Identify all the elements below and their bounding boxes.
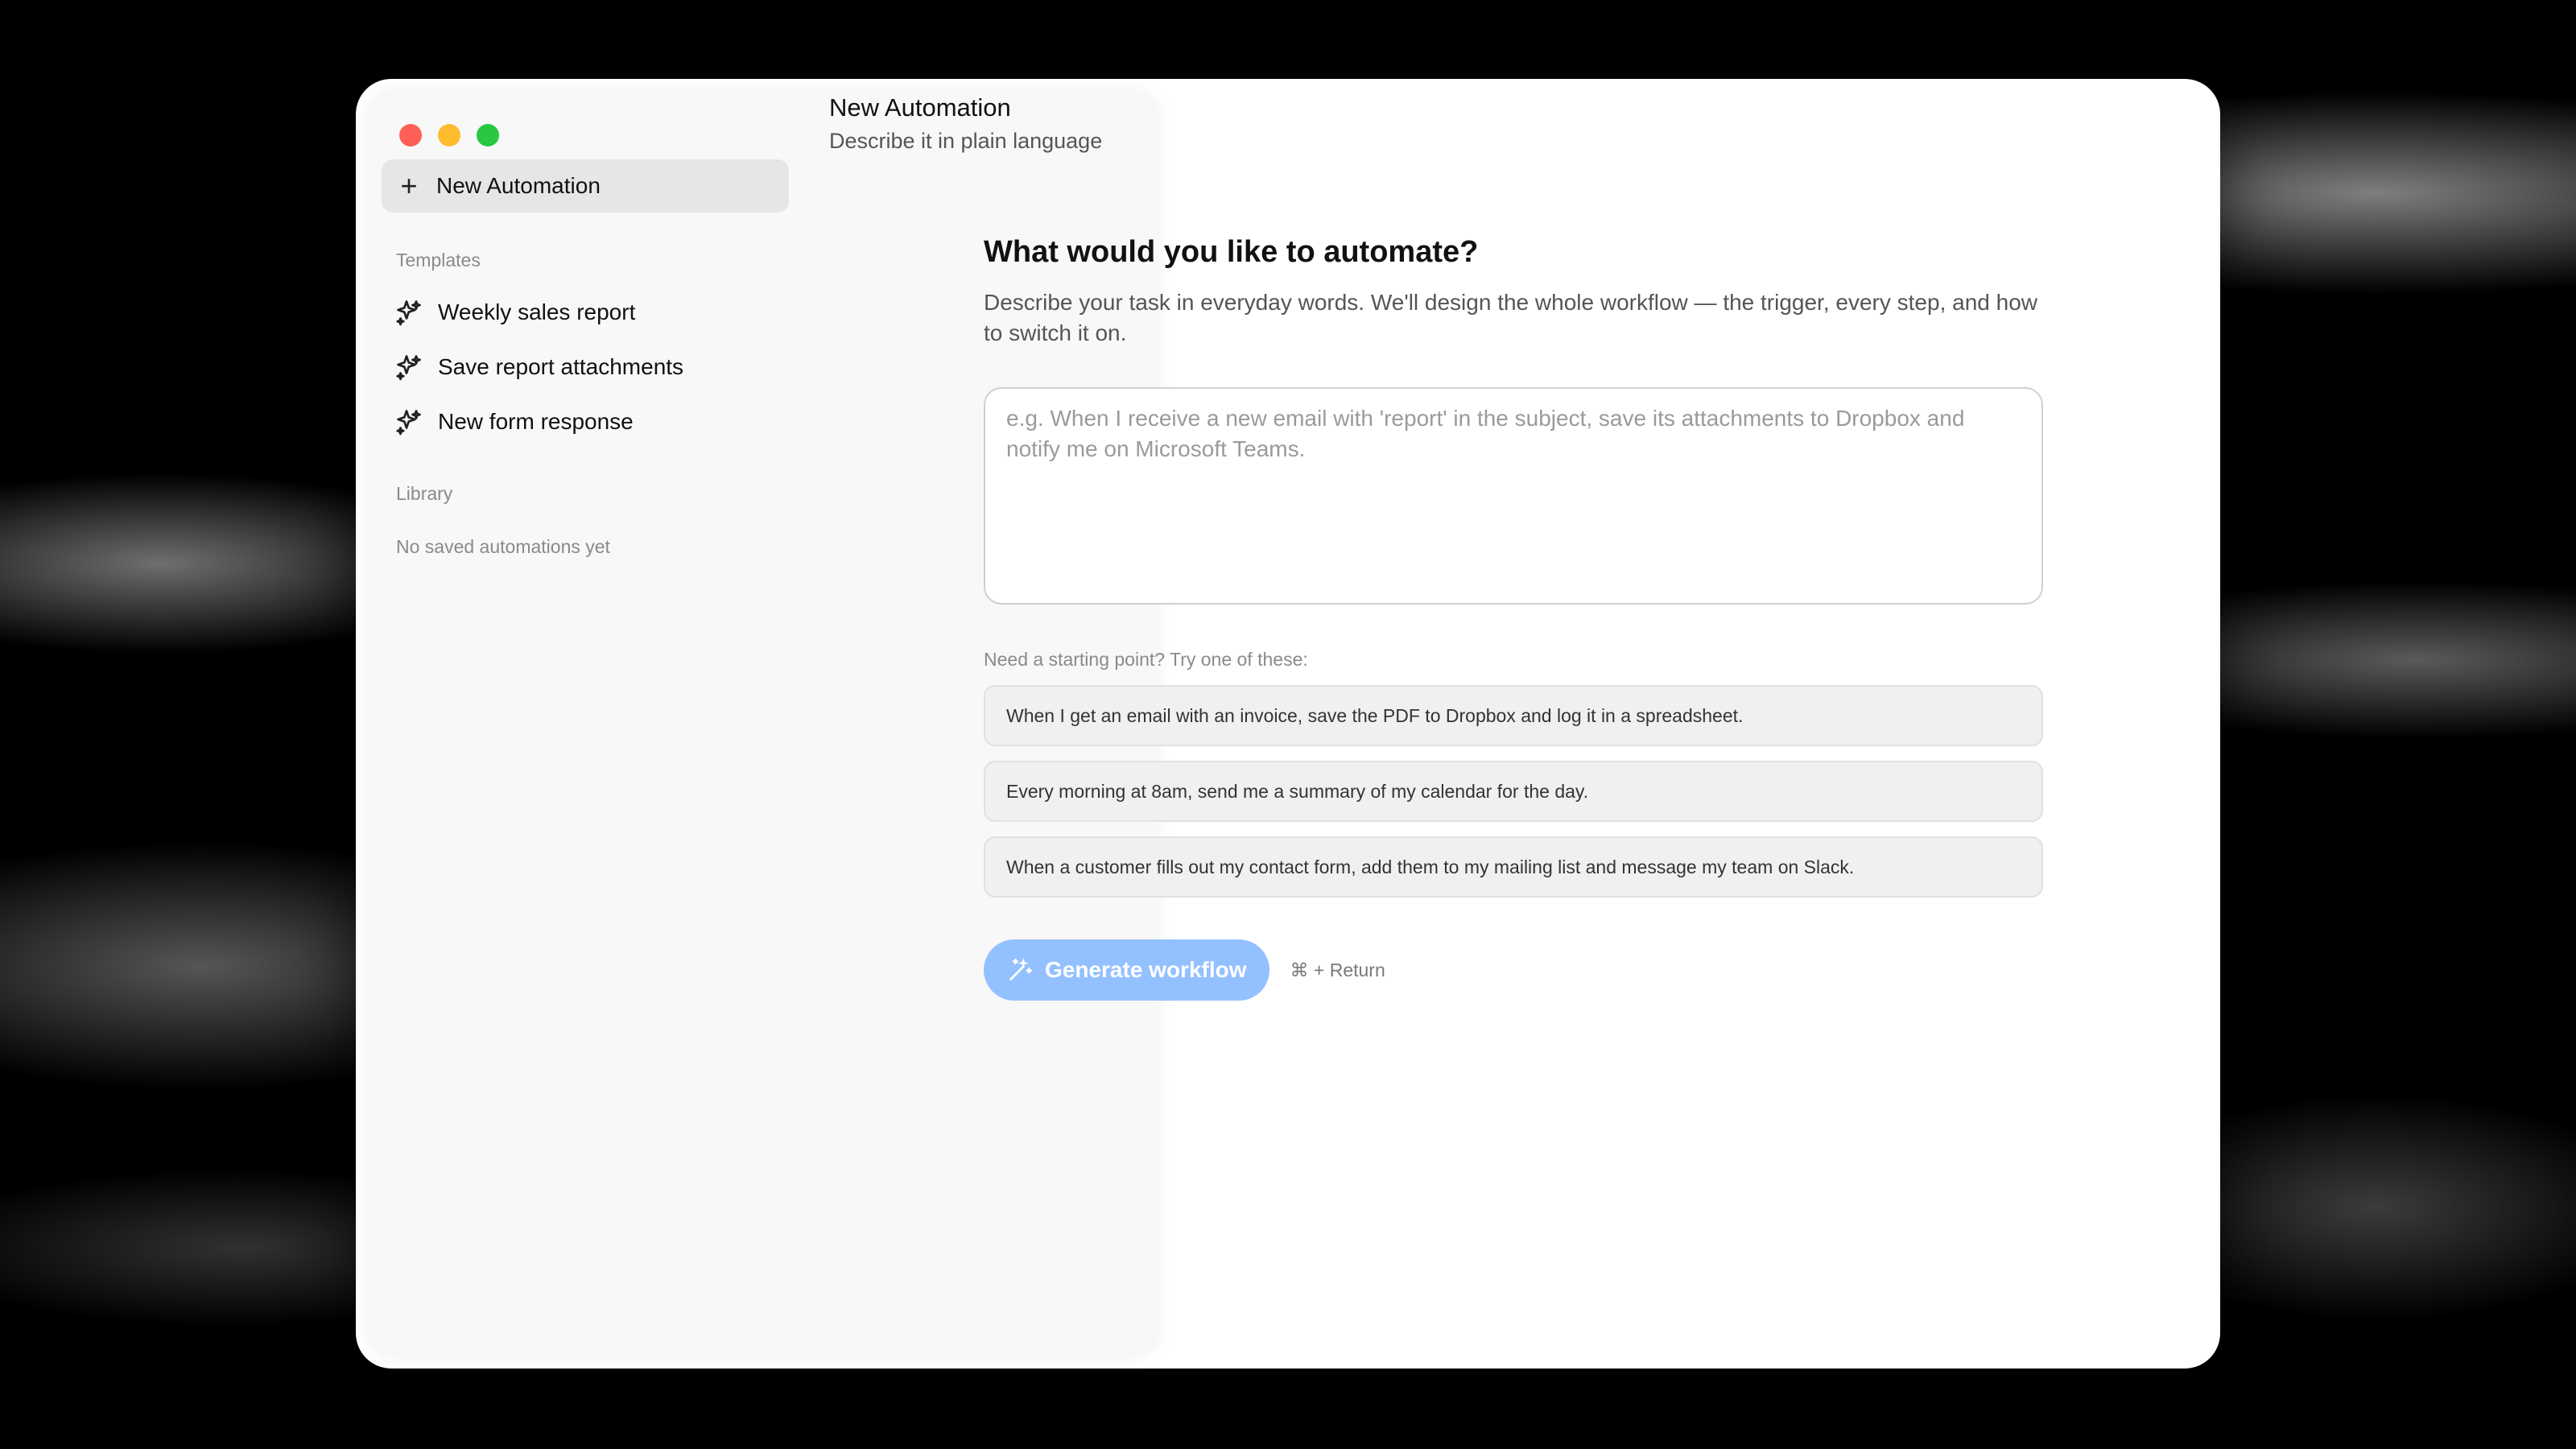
plus-icon: + (400, 169, 418, 202)
window-controls (399, 124, 499, 147)
generate-workflow-label: Generate workflow (1045, 957, 1247, 982)
suggestion-chip[interactable]: Every morning at 8am, send me a summary … (984, 761, 2043, 822)
templates-heading: Templates (396, 250, 481, 270)
suggestion-chip[interactable]: When a customer fills out my contact for… (984, 836, 2043, 898)
template-label: Save report attachments (438, 354, 684, 379)
automation-form: What would you like to automate? Describ… (984, 235, 2043, 1001)
task-description-input[interactable] (984, 387, 2043, 605)
template-item-weekly-sales-report[interactable]: Weekly sales report (394, 290, 635, 335)
suggestion-chip[interactable]: When I get an email with an invoice, sav… (984, 685, 2043, 746)
main-header: New Automation Describe it in plain lang… (829, 93, 1102, 154)
sparkle-icon (396, 410, 421, 436)
template-item-save-report-attachments[interactable]: Save report attachments (394, 345, 683, 390)
form-description: Describe your task in everyday words. We… (984, 290, 2037, 345)
library-heading: Library (396, 483, 453, 504)
suggestions-heading: Need a starting point? Try one of these: (984, 649, 1308, 670)
zoom-window-button[interactable] (477, 124, 499, 147)
sparkle-icon (396, 355, 421, 381)
new-automation-label: New Automation (436, 173, 601, 198)
new-automation-button[interactable]: + New Automation (382, 159, 789, 213)
template-label: New form response (438, 409, 634, 434)
form-actions: Generate workflow ⌘ + Return (984, 939, 2043, 1001)
app-window: + New Automation Templates Weekly sales … (356, 79, 2220, 1368)
magic-wand-icon (1009, 957, 1032, 980)
library-empty-message: No saved automations yet (396, 536, 610, 557)
page-subtitle: Describe it in plain language (829, 129, 1103, 153)
generate-workflow-button[interactable]: Generate workflow (984, 939, 1269, 1001)
keyboard-shortcut-hint: ⌘ + Return (1290, 959, 1385, 980)
form-heading: What would you like to automate? (984, 235, 1479, 269)
minimize-window-button[interactable] (438, 124, 460, 147)
template-label: Weekly sales report (438, 299, 636, 324)
template-item-new-form-response[interactable]: New form response (394, 399, 634, 444)
close-window-button[interactable] (399, 124, 422, 147)
page-title: New Automation (829, 93, 1011, 122)
sparkle-icon (396, 300, 421, 326)
